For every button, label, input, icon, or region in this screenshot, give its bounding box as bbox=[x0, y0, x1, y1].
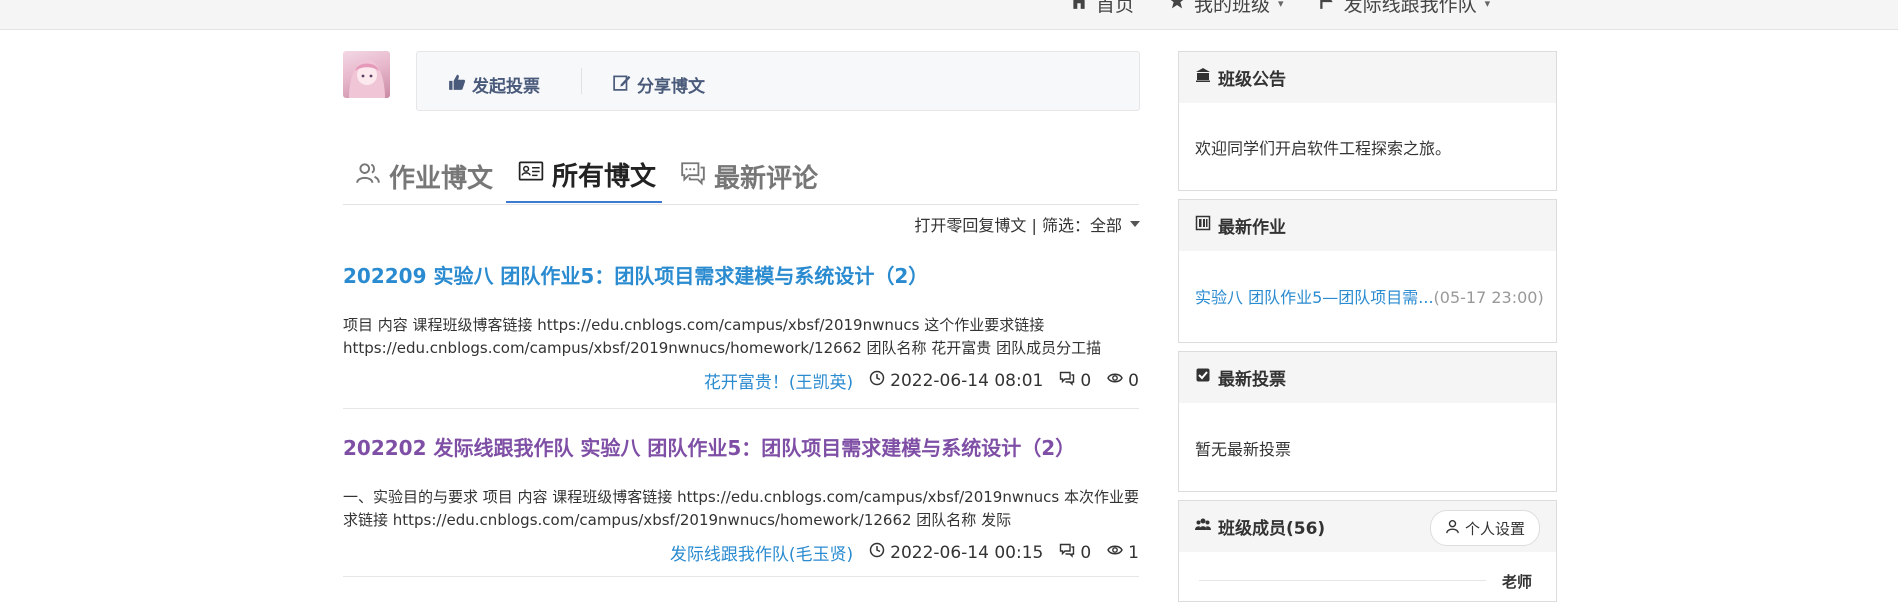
latest-votes-panel: 最新投票 暂无最新投票 bbox=[1178, 351, 1557, 492]
post-meta: 发际线跟我作队(毛玉贤) 2022-06-14 00:15 0 1 bbox=[670, 540, 1139, 566]
personal-settings-button[interactable]: 个人设置 bbox=[1429, 510, 1540, 546]
teacher-label: 老师 bbox=[1501, 573, 1532, 591]
homework-item: 实验八 团队作业5—团队项目需...(05-17 23:00) bbox=[1179, 251, 1556, 308]
star-icon bbox=[1168, 0, 1186, 15]
checkbox-icon bbox=[1195, 367, 1211, 388]
panel-header: 班级公告 bbox=[1179, 52, 1556, 103]
tab-latest-comments[interactable]: 最新评论 bbox=[680, 148, 818, 204]
post-excerpt: 项目 内容 课程班级博客链接 https://edu.cnblogs.com/c… bbox=[343, 316, 1102, 357]
post-title[interactable]: 202202 发际线跟我作队 实验八 团队作业5：团队项目需求建模与系统设计（2… bbox=[343, 432, 1139, 461]
nav-home-label: 首页 bbox=[1096, 0, 1135, 16]
eye-icon bbox=[1107, 370, 1123, 391]
nav-my-class[interactable]: 我的班级 ▾ bbox=[1168, 0, 1284, 17]
post-excerpt: 一、实验目的与要求 项目 内容 课程班级博客链接 https://edu.cnb… bbox=[343, 488, 1139, 529]
divider bbox=[343, 408, 1139, 409]
post-comments[interactable]: 0 bbox=[1059, 542, 1091, 563]
post-author[interactable]: 花开富贵！(王凯英) bbox=[704, 368, 853, 393]
post-comments[interactable]: 0 bbox=[1059, 370, 1091, 391]
users-icon bbox=[355, 160, 381, 193]
nav-my-class-label: 我的班级 bbox=[1194, 0, 1271, 16]
homework-deadline: (05-17 23:00) bbox=[1433, 288, 1544, 307]
flag-icon bbox=[1318, 0, 1336, 15]
chevron-down-icon: ▾ bbox=[1278, 0, 1284, 10]
book-icon bbox=[1195, 215, 1211, 236]
start-vote-label: 发起投票 bbox=[472, 77, 540, 97]
user-icon bbox=[1445, 519, 1460, 538]
post-view-count: 0 bbox=[1128, 370, 1139, 391]
divider bbox=[581, 68, 582, 94]
post-action-bar: 发起投票 分享博文 bbox=[416, 51, 1140, 111]
divider bbox=[343, 576, 1139, 577]
post-item: 202202 发际线跟我作队 实验八 团队作业5：团队项目需求建模与系统设计（2… bbox=[343, 432, 1139, 577]
divider bbox=[1199, 580, 1486, 581]
post-meta: 花开富贵！(王凯英) 2022-06-14 08:01 0 0 bbox=[704, 368, 1139, 394]
announcement-text: 欢迎同学们开启软件工程探索之旅。 bbox=[1195, 139, 1452, 158]
comment-icon bbox=[1059, 370, 1075, 391]
votes-empty-text: 暂无最新投票 bbox=[1195, 440, 1292, 459]
class-members-panel: 班级成员(56) 个人设置 老师 bbox=[1178, 500, 1557, 602]
post-view-count: 1 bbox=[1128, 542, 1139, 563]
class-announcement-panel: 班级公告 欢迎同学们开启软件工程探索之旅。 bbox=[1178, 51, 1557, 191]
edit-icon bbox=[613, 73, 631, 96]
group-icon bbox=[1195, 516, 1211, 537]
post-comment-count: 0 bbox=[1080, 370, 1092, 391]
post-title[interactable]: 202209 实验八 团队作业5：团队项目需求建模与系统设计（2） bbox=[343, 260, 1139, 289]
comment-icon bbox=[1059, 542, 1075, 563]
post-filter[interactable]: 打开零回复博文 | 筛选：全部 bbox=[914, 212, 1140, 236]
home-icon bbox=[1070, 0, 1088, 15]
post-views: 1 bbox=[1107, 542, 1139, 563]
eye-icon bbox=[1107, 542, 1123, 563]
thumbs-up-icon bbox=[448, 73, 466, 96]
panel-title: 班级公告 bbox=[1218, 70, 1286, 90]
panel-title: 班级成员(56) bbox=[1218, 519, 1326, 539]
tab-all-posts[interactable]: 所有博文 bbox=[506, 148, 662, 203]
share-post-label: 分享博文 bbox=[637, 77, 705, 97]
comments-icon bbox=[680, 160, 706, 193]
nav-team-label: 发际线跟我作队 bbox=[1343, 0, 1477, 16]
post-author[interactable]: 发际线跟我作队(毛玉贤) bbox=[670, 540, 853, 565]
post-item: 202209 实验八 团队作业5：团队项目需求建模与系统设计（2） 项目 内容 … bbox=[343, 260, 1139, 409]
id-card-icon bbox=[518, 158, 544, 191]
tab-label: 所有博文 bbox=[552, 162, 657, 192]
share-post-button[interactable]: 分享博文 bbox=[613, 72, 705, 97]
personal-settings-label: 个人设置 bbox=[1464, 519, 1525, 538]
post-tabs: 作业博文 所有博文 最新评论 bbox=[343, 148, 1139, 205]
panel-header: 最新作业 bbox=[1179, 200, 1556, 251]
top-navbar: 首页 我的班级 ▾ 发际线跟我作队 ▾ bbox=[0, 0, 1898, 30]
latest-homework-panel: 最新作业 实验八 团队作业5—团队项目需...(05-17 23:00) bbox=[1178, 199, 1557, 343]
nav-home[interactable]: 首页 bbox=[1070, 0, 1134, 17]
caret-down-icon bbox=[1130, 221, 1140, 227]
filter-label: 打开零回复博文 | 筛选：全部 bbox=[914, 216, 1122, 235]
post-date: 2022-06-14 00:15 bbox=[869, 542, 1043, 563]
panel-header: 最新投票 bbox=[1179, 352, 1556, 403]
post-date-text: 2022-06-14 08:01 bbox=[890, 370, 1044, 391]
bank-icon bbox=[1195, 67, 1211, 88]
top-nav: 首页 我的班级 ▾ 发际线跟我作队 ▾ bbox=[1070, 0, 1490, 17]
homework-link[interactable]: 实验八 团队作业5—团队项目需... bbox=[1195, 288, 1434, 307]
chevron-down-icon: ▾ bbox=[1484, 0, 1491, 10]
tab-label: 作业博文 bbox=[389, 163, 494, 194]
panel-title: 最新作业 bbox=[1218, 218, 1286, 238]
post-date: 2022-06-14 08:01 bbox=[869, 370, 1043, 391]
tab-homework-posts[interactable]: 作业博文 bbox=[355, 148, 493, 204]
clock-icon bbox=[869, 542, 885, 563]
post-comment-count: 0 bbox=[1080, 542, 1092, 563]
panel-title: 最新投票 bbox=[1218, 370, 1286, 390]
post-date-text: 2022-06-14 00:15 bbox=[890, 542, 1044, 563]
avatar[interactable] bbox=[343, 51, 390, 98]
post-views: 0 bbox=[1107, 370, 1139, 391]
start-vote-button[interactable]: 发起投票 bbox=[448, 72, 540, 97]
nav-team[interactable]: 发际线跟我作队 ▾ bbox=[1318, 0, 1491, 17]
clock-icon bbox=[869, 370, 885, 391]
tab-label: 最新评论 bbox=[714, 163, 819, 194]
